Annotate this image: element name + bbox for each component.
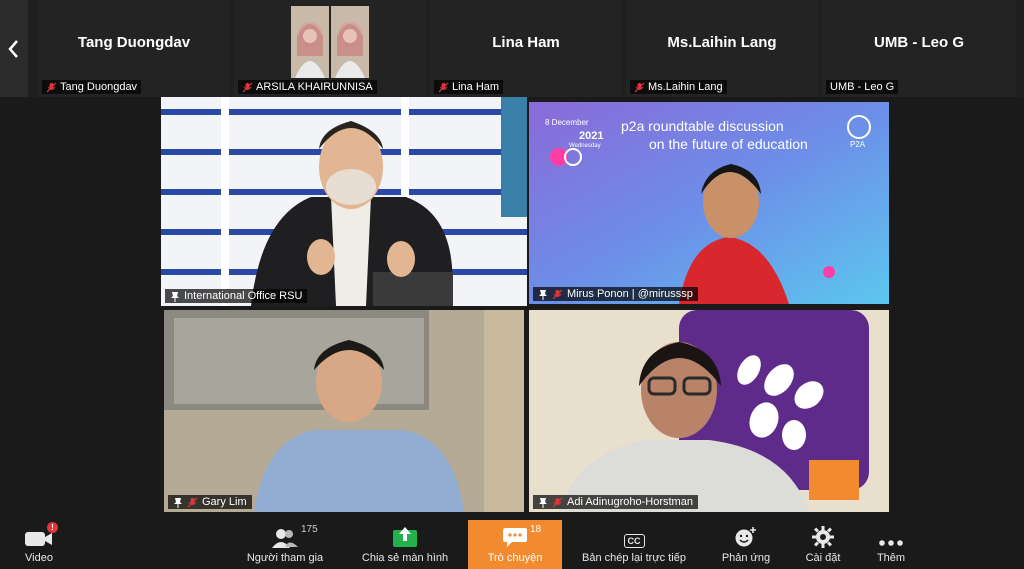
participants-icon-wrap: 175 [271, 524, 318, 548]
participant-name: Tang Duongdav [77, 34, 191, 51]
participants-label: Người tham gia [246, 551, 324, 564]
video-button[interactable]: ! Video [14, 520, 64, 569]
participants-count: 175 [301, 523, 318, 535]
banner-weekday: Wednesday [569, 143, 601, 149]
share-screen-icon [393, 526, 417, 547]
mic-off-icon [552, 497, 563, 507]
video-label: Video [25, 551, 53, 564]
participant-label-text: Ms.Laihin Lang [648, 81, 723, 93]
participant-label: Ms.Laihin Lang [630, 80, 727, 94]
share-screen-label: Chia sẻ màn hình [361, 551, 449, 564]
participant-video [291, 6, 369, 78]
settings-button[interactable]: Cài đặt [798, 520, 848, 569]
participant-label: Mirus Ponon | @mirusssp [533, 287, 698, 301]
participant-name: Lina Ham [492, 34, 560, 51]
smiley-plus-icon [735, 526, 756, 546]
participant-video [164, 310, 524, 512]
participant-label-text: Mirus Ponon | @mirusssp [567, 288, 693, 300]
cc-icon-wrap: CC [623, 526, 645, 548]
video-icon-wrap: ! [24, 521, 58, 548]
participants-button[interactable]: 175 Người tham gia [240, 520, 330, 569]
participant-label: Tang Duongdav [42, 80, 142, 94]
chat-bubble-icon [503, 527, 527, 547]
closed-caption-icon: CC [623, 533, 645, 548]
participants-icon [272, 528, 298, 548]
settings-label: Cài đặt [805, 551, 841, 564]
mic-off-icon [242, 82, 253, 92]
participant-label-text: UMB - Leo G [830, 81, 895, 93]
participant-label: ARSILA KHAIRUNNISA [238, 80, 377, 94]
pin-icon [171, 291, 179, 302]
participant-label: International Office RSU [165, 289, 308, 303]
more-button[interactable]: Thêm [866, 520, 916, 569]
strip-tile-umb[interactable]: UMB - Leo G UMB - Leo G [822, 0, 1016, 97]
banner-title-line2: on the future of education [649, 136, 808, 152]
chevron-left-icon [8, 39, 18, 58]
banner-year: 2021 [579, 130, 604, 142]
participant-label: Adi Adinugroho-Horstman [533, 495, 698, 509]
participant-label: UMB - Leo G [826, 80, 899, 94]
share-screen-button[interactable]: Chia sẻ màn hình [355, 520, 455, 569]
strip-tile-lina[interactable]: Lina Ham Lina Ham [430, 0, 622, 97]
video-tile-mirus[interactable]: 8 December 2021 Wednesday p2a roundtable… [529, 102, 889, 304]
mic-off-icon [187, 497, 198, 507]
more-dots-icon [879, 539, 903, 546]
participant-strip: Tang Duongdav Tang Duongdav ARSILA KHAIR… [0, 0, 1024, 97]
participant-label-text: Adi Adinugroho-Horstman [567, 496, 693, 508]
reactions-label: Phản ứng [721, 551, 771, 564]
strip-tile-laihin[interactable]: Ms.Laihin Lang Ms.Laihin Lang [626, 0, 818, 97]
participant-name: UMB - Leo G [874, 34, 964, 51]
strip-tile-arsila[interactable]: ARSILA KHAIRUNNISA [234, 0, 426, 97]
video-tile-adi[interactable]: Adi Adinugroho-Horstman [529, 310, 889, 512]
participant-label: Gary Lim [168, 495, 252, 509]
pin-icon [539, 497, 547, 508]
chat-button[interactable]: 18 Trò chuyện [468, 520, 562, 569]
participant-name: Ms.Laihin Lang [667, 34, 777, 51]
participant-label-text: ARSILA KHAIRUNNISA [256, 81, 373, 93]
pin-icon [539, 289, 547, 300]
chat-icon-wrap: 18 [502, 524, 541, 548]
participant-label-text: Lina Ham [452, 81, 500, 93]
participant-video [161, 97, 527, 306]
mic-off-icon [634, 82, 645, 92]
participant-label: Lina Ham [434, 80, 504, 94]
participant-video [529, 310, 889, 512]
gear-icon [812, 525, 834, 548]
more-icon-wrap [878, 526, 904, 548]
previous-page-button[interactable] [0, 0, 28, 97]
meeting-toolbar: ! Video 175 Người tham gia Chia sẻ màn h… [0, 520, 1024, 569]
strip-tile-tang[interactable]: Tang Duongdav Tang Duongdav [38, 0, 230, 97]
reactions-button[interactable]: Phản ứng [716, 520, 776, 569]
live-transcript-label: Bản chép lại trực tiếp [582, 551, 686, 564]
mic-off-icon [438, 82, 449, 92]
mic-off-icon [552, 289, 563, 299]
participant-label-text: Tang Duongdav [60, 81, 138, 93]
banner-date-text: 8 December [545, 118, 589, 127]
banner-title-line1: p2a roundtable discussion [621, 118, 784, 134]
chat-label: Trò chuyện [487, 551, 543, 564]
video-tile-international-office[interactable]: International Office RSU [161, 97, 527, 306]
participant-label-text: International Office RSU [184, 290, 303, 302]
video-alert-badge: ! [47, 521, 58, 533]
mic-off-icon [46, 82, 57, 92]
share-icon-wrap [392, 526, 418, 548]
live-transcript-button[interactable]: CC Bản chép lại trực tiếp [575, 520, 693, 569]
participant-label-text: Gary Lim [202, 496, 247, 508]
settings-icon-wrap [812, 525, 834, 548]
p2a-logo: P2A [850, 140, 866, 149]
chat-count: 18 [530, 523, 542, 535]
pin-icon [174, 497, 182, 508]
reactions-icon-wrap [734, 526, 758, 548]
banner-date: 8 December [545, 118, 589, 127]
more-label: Thêm [876, 551, 906, 564]
video-tile-gary[interactable]: Gary Lim [164, 310, 524, 512]
